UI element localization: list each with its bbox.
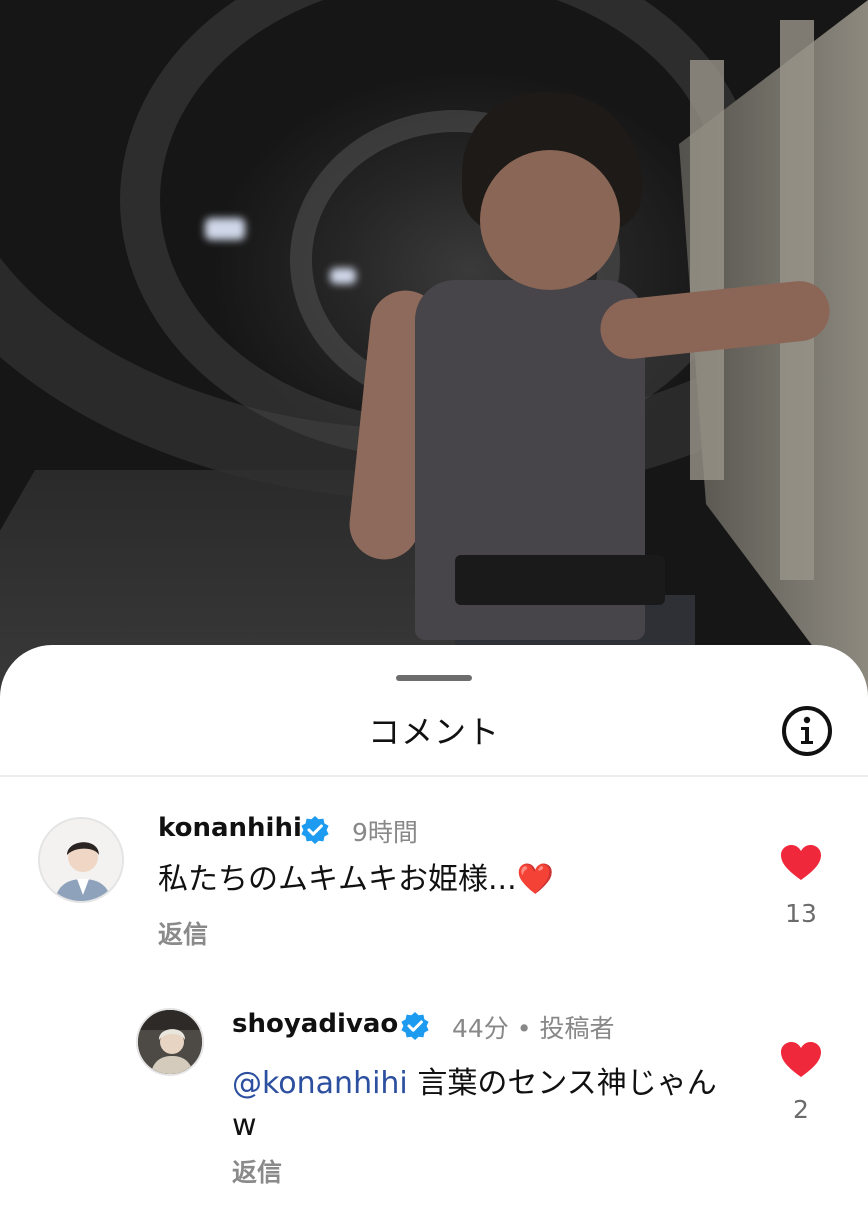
info-button[interactable] — [782, 706, 832, 756]
wall-pillar — [690, 60, 724, 480]
avatar[interactable] — [38, 817, 124, 903]
comment-timestamp: 9時間 — [352, 818, 418, 847]
comment-text-body: 私たちのムキムキお姫様... — [158, 862, 517, 897]
verified-badge-icon — [301, 816, 329, 844]
like-count: 2 — [793, 1095, 809, 1124]
drag-handle[interactable] — [396, 675, 472, 681]
divider — [0, 775, 868, 777]
avatar-image — [40, 819, 122, 901]
like-heart-icon[interactable] — [781, 1042, 821, 1078]
info-icon — [801, 716, 813, 744]
video-player[interactable] — [0, 0, 868, 720]
comment-text: @konanhihi 言葉のセンス神じゃんw — [232, 1063, 722, 1147]
separator-dot: • — [516, 1014, 532, 1043]
comment-username[interactable]: shoyadivao — [232, 1009, 398, 1039]
mention-link[interactable]: @konanhihi — [232, 1066, 408, 1101]
person-figure — [455, 555, 665, 605]
avatar-image — [138, 1010, 202, 1074]
heart-emoji: ❤️ — [516, 862, 554, 897]
author-label: 投稿者 — [539, 1014, 615, 1043]
person-figure — [480, 150, 620, 290]
tunnel-light — [205, 218, 245, 240]
comments-sheet: コメント konanhihi 9時間 私たちのムキムキお姫様...❤️ 返信 1… — [0, 645, 868, 1205]
comment-text: 私たちのムキムキお姫様...❤️ — [158, 859, 554, 901]
sheet-title: コメント — [367, 713, 500, 751]
comment-username[interactable]: konanhihi — [158, 813, 302, 843]
reply-button[interactable]: 返信 — [158, 915, 208, 951]
avatar[interactable] — [136, 1008, 204, 1076]
reply-button[interactable]: 返信 — [232, 1153, 282, 1189]
like-count: 13 — [785, 899, 817, 928]
like-heart-icon[interactable] — [781, 845, 821, 881]
time-value: 44分 — [452, 1014, 509, 1043]
tunnel-light — [330, 268, 356, 284]
verified-badge-icon — [401, 1012, 429, 1040]
comment-timestamp: 44分 • 投稿者 — [452, 1009, 614, 1045]
